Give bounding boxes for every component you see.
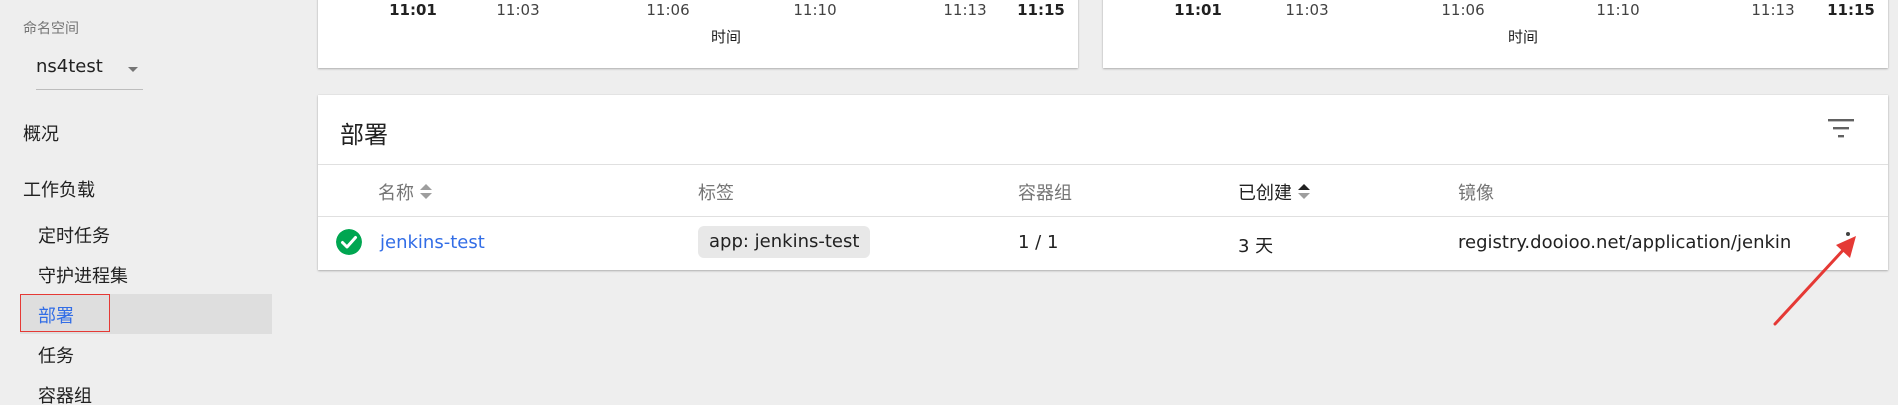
sort-icon — [420, 183, 432, 201]
sidebar-item-deployments[interactable]: 部署 — [38, 302, 74, 328]
sort-ascending-icon — [1298, 183, 1310, 201]
column-header-images: 镜像 — [1458, 183, 1494, 204]
x-tick-label: 11:15 — [1827, 1, 1875, 19]
x-tick-label: 11:03 — [496, 1, 540, 19]
memory-chart-card: 11:01 11:03 11:06 11:10 11:13 11:15 时间 — [1103, 0, 1888, 68]
column-header-label: 已创建 — [1238, 183, 1292, 204]
x-tick-label: 11:10 — [1596, 1, 1640, 19]
deployments-card: 部署 名称 标签 容器组 已创建 镜像 jenkins-test app: je… — [318, 95, 1888, 270]
x-axis-title: 时间 — [710, 28, 742, 46]
nav-workloads[interactable]: 工作负载 — [23, 176, 95, 202]
x-tick-label: 11:01 — [389, 1, 437, 19]
created-age: 3 天 — [1238, 236, 1274, 257]
annotation-arrow — [1773, 236, 1856, 326]
sidebar: 命名空间 ns4test 概况 工作负载 定时任务 守护进程集 部署 任务 容器… — [0, 0, 273, 405]
x-tick-label: 11:13 — [943, 1, 987, 19]
sidebar-item-jobs[interactable]: 任务 — [38, 342, 74, 368]
cpu-chart-card: 11:01 11:03 11:06 11:10 11:13 11:15 时间 — [318, 0, 1078, 68]
label-chip: app: jenkins-test — [698, 226, 871, 258]
column-header-label: 名称 — [378, 183, 414, 204]
sidebar-item-pods[interactable]: 容器组 — [38, 382, 92, 405]
x-tick-label: 11:03 — [1285, 1, 1329, 19]
column-header-pods: 容器组 — [1018, 183, 1072, 204]
caret-down-icon — [128, 67, 138, 72]
sidebar-item-daemonsets[interactable]: 守护进程集 — [38, 262, 128, 288]
pods-count: 1 / 1 — [1018, 232, 1059, 253]
deployments-title: 部署 — [340, 121, 388, 149]
column-header-created[interactable]: 已创建 — [1238, 179, 1310, 205]
x-tick-label: 11:01 — [1174, 1, 1222, 19]
x-tick-label: 11:10 — [793, 1, 837, 19]
x-axis-title: 时间 — [1507, 28, 1539, 46]
column-header-name[interactable]: 名称 — [378, 179, 432, 205]
sidebar-item-cronjobs[interactable]: 定时任务 — [38, 222, 110, 248]
x-tick-label: 11:06 — [646, 1, 690, 19]
deployment-name-link[interactable]: jenkins-test — [380, 232, 485, 253]
divider — [318, 164, 1888, 165]
check-circle-icon — [336, 229, 362, 255]
image-name: registry.dooioo.net/application/jenkin — [1458, 232, 1792, 253]
namespace-select[interactable]: ns4test — [36, 56, 143, 90]
column-header-labels: 标签 — [698, 183, 734, 204]
x-tick-label: 11:15 — [1017, 1, 1065, 19]
x-tick-label: 11:06 — [1441, 1, 1485, 19]
nav-overview[interactable]: 概况 — [23, 120, 59, 146]
filter-icon[interactable] — [1828, 117, 1854, 139]
namespace-label: 命名空间 — [23, 21, 79, 37]
namespace-value: ns4test — [36, 56, 103, 77]
x-tick-label: 11:13 — [1751, 1, 1795, 19]
divider — [318, 216, 1888, 217]
